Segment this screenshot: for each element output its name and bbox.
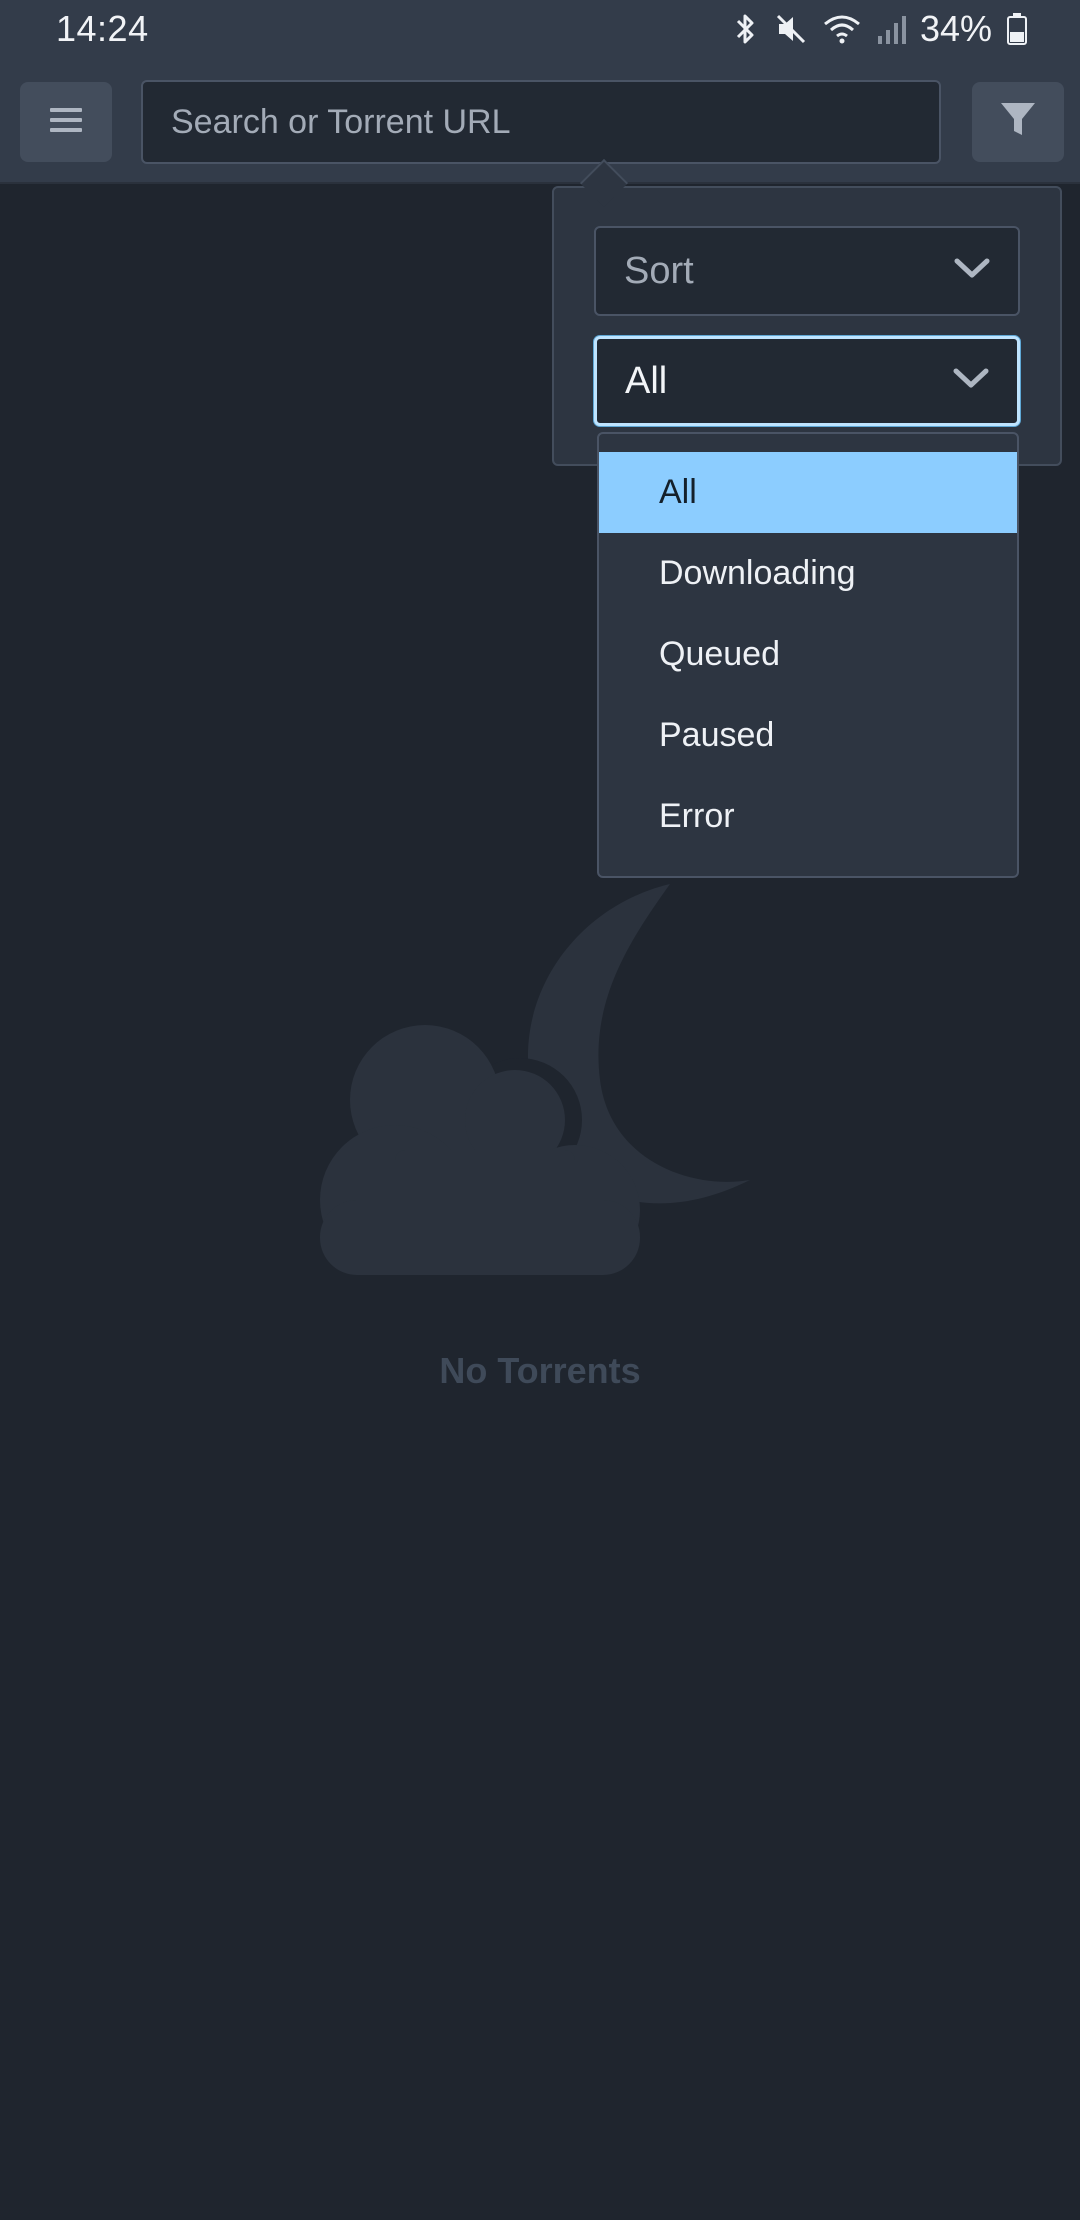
chevron-down-icon bbox=[953, 368, 989, 395]
option-error[interactable]: Error bbox=[599, 776, 1017, 857]
option-paused[interactable]: Paused bbox=[599, 695, 1017, 776]
hamburger-menu-icon bbox=[50, 106, 82, 139]
option-downloading[interactable]: Downloading bbox=[599, 533, 1017, 614]
filter-funnel-icon bbox=[1000, 101, 1036, 144]
bluetooth-icon bbox=[732, 12, 760, 46]
sort-select[interactable]: Sort bbox=[594, 226, 1020, 316]
sort-select-label: Sort bbox=[624, 249, 694, 292]
menu-button[interactable] bbox=[20, 82, 112, 162]
option-queued[interactable]: Queued bbox=[599, 614, 1017, 695]
signal-icon bbox=[876, 12, 906, 46]
status-filter-select[interactable]: All bbox=[594, 336, 1020, 426]
status-icons: 34% bbox=[732, 8, 1028, 50]
battery-percentage: 34% bbox=[919, 8, 992, 49]
status-filter-value: All bbox=[625, 359, 668, 402]
option-all[interactable]: All bbox=[599, 452, 1017, 533]
filter-button[interactable] bbox=[972, 82, 1064, 162]
status-filter-dropdown: All Downloading Queued Paused Error bbox=[597, 432, 1019, 878]
app-screen: 14:24 34% Search or Torrent URL Sort All… bbox=[0, 0, 1080, 2220]
mute-icon bbox=[774, 12, 808, 46]
battery-icon bbox=[1006, 12, 1028, 46]
top-app-bar bbox=[0, 58, 1080, 184]
chevron-down-icon bbox=[954, 258, 990, 285]
cloud-moon-icon bbox=[320, 880, 760, 1285]
search-input[interactable] bbox=[141, 80, 941, 164]
empty-state-message: No Torrents bbox=[439, 1350, 641, 1391]
status-bar: 14:24 34% bbox=[0, 0, 1080, 58]
wifi-icon bbox=[822, 12, 862, 46]
status-time: 14:24 bbox=[56, 8, 149, 49]
